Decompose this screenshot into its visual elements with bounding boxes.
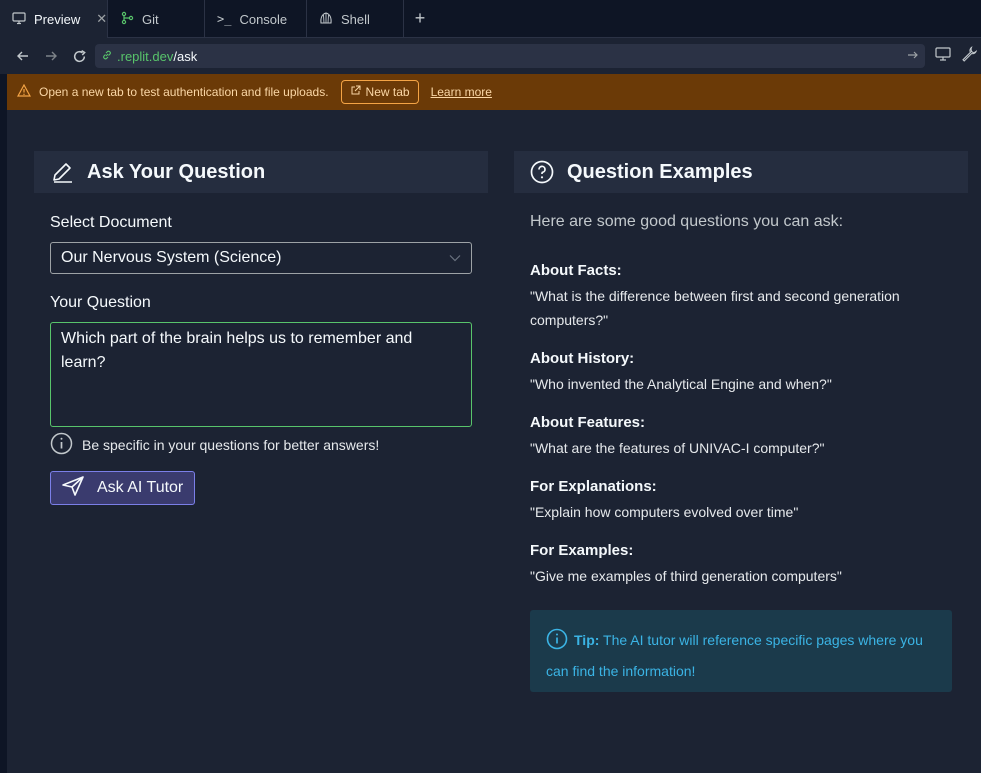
select-document-label: Select Document	[50, 214, 172, 231]
terminal-icon: >_	[217, 12, 232, 26]
info-icon	[546, 628, 568, 658]
info-icon	[50, 432, 73, 458]
example-item: About Facts: "What is the difference bet…	[530, 262, 940, 332]
document-select[interactable]: Our Nervous System (Science)	[50, 242, 472, 274]
example-title: For Explanations:	[530, 478, 657, 495]
git-branch-icon	[120, 11, 134, 28]
tab-label: Shell	[341, 11, 370, 27]
back-arrow-icon[interactable]	[9, 42, 37, 70]
new-tab-button[interactable]: New tab	[340, 80, 419, 104]
example-question: "Give me examples of third generation co…	[530, 568, 842, 584]
add-tab-button[interactable]: +	[404, 0, 436, 37]
help-circle-icon	[530, 160, 554, 184]
question-textarea[interactable]: Which part of the brain helps us to reme…	[50, 322, 472, 427]
external-link-icon	[350, 85, 361, 99]
example-title: About Facts:	[530, 262, 622, 279]
warning-icon	[16, 83, 32, 100]
tip-text: The AI tutor will reference specific pag…	[546, 632, 923, 679]
url-path: /ask	[173, 48, 198, 64]
question-examples-header: Question Examples	[514, 151, 968, 193]
example-title: For Examples:	[530, 542, 634, 559]
learn-more-link[interactable]: Learn more	[431, 85, 492, 99]
example-question: "Who invented the Analytical Engine and …	[530, 376, 832, 392]
workspace-tabbar: Preview ✕ Git >_ Console Shell +	[0, 0, 981, 38]
url-field[interactable]: .replit.dev/ask	[95, 44, 925, 68]
question-examples-title: Question Examples	[567, 160, 753, 183]
tip-label: Tip:	[574, 632, 600, 648]
example-title: About History:	[530, 350, 635, 367]
tab-console[interactable]: >_ Console	[205, 0, 307, 38]
tab-shell[interactable]: Shell	[307, 0, 404, 38]
ask-question-header: Ask Your Question	[34, 151, 488, 193]
example-item: About History: "Who invented the Analyti…	[530, 350, 940, 396]
left-gutter	[0, 74, 7, 773]
close-icon[interactable]: ✕	[96, 11, 107, 27]
pencil-icon	[50, 160, 74, 184]
url-bar: .replit.dev/ask	[0, 38, 981, 74]
tip-box: Tip: The AI tutor will reference specifi…	[530, 610, 952, 692]
wrench-icon[interactable]	[961, 46, 978, 67]
example-item: For Explanations: "Explain how computers…	[530, 478, 940, 524]
example-question: "Explain how computers evolved over time…	[530, 504, 799, 520]
hint-text: Be specific in your questions for better…	[82, 437, 380, 453]
ask-ai-tutor-button[interactable]: Ask AI Tutor	[50, 471, 195, 505]
example-item: For Examples: "Give me examples of third…	[530, 542, 940, 588]
tab-label: Console	[239, 11, 288, 27]
monitor-icon	[12, 11, 26, 28]
warning-banner: Open a new tab to test authentication an…	[7, 74, 981, 110]
tab-label: Git	[142, 11, 159, 27]
your-question-label: Your Question	[50, 294, 151, 311]
example-item: About Features: "What are the features o…	[530, 414, 940, 460]
example-question: "What are the features of UNIVAC-I compu…	[530, 440, 825, 456]
hint-row: Be specific in your questions for better…	[50, 432, 379, 458]
link-icon	[101, 49, 113, 64]
reload-icon[interactable]	[65, 42, 93, 70]
tab-preview[interactable]: Preview ✕	[0, 0, 108, 38]
tab-label: Preview	[34, 11, 81, 27]
banner-message: Open a new tab to test authentication an…	[39, 85, 329, 99]
page-content: Ask Your Question Select Document Our Ne…	[7, 110, 981, 773]
ask-question-title: Ask Your Question	[87, 160, 266, 183]
devices-icon[interactable]	[935, 46, 953, 67]
ask-ai-tutor-label: Ask AI Tutor	[97, 479, 184, 496]
url-host: .replit.dev	[117, 48, 174, 64]
examples-intro: Here are some good questions you can ask…	[530, 213, 844, 230]
forward-arrow-icon[interactable]	[37, 42, 65, 70]
go-arrow-icon[interactable]	[907, 49, 919, 64]
selected-document: Our Nervous System (Science)	[61, 249, 282, 266]
example-question: "What is the difference between first an…	[530, 288, 900, 328]
chevron-down-icon	[449, 251, 461, 265]
new-tab-label: New tab	[365, 85, 410, 99]
shell-icon	[319, 11, 333, 28]
example-title: About Features:	[530, 414, 646, 431]
tab-git[interactable]: Git	[108, 0, 205, 38]
send-icon	[61, 475, 85, 502]
